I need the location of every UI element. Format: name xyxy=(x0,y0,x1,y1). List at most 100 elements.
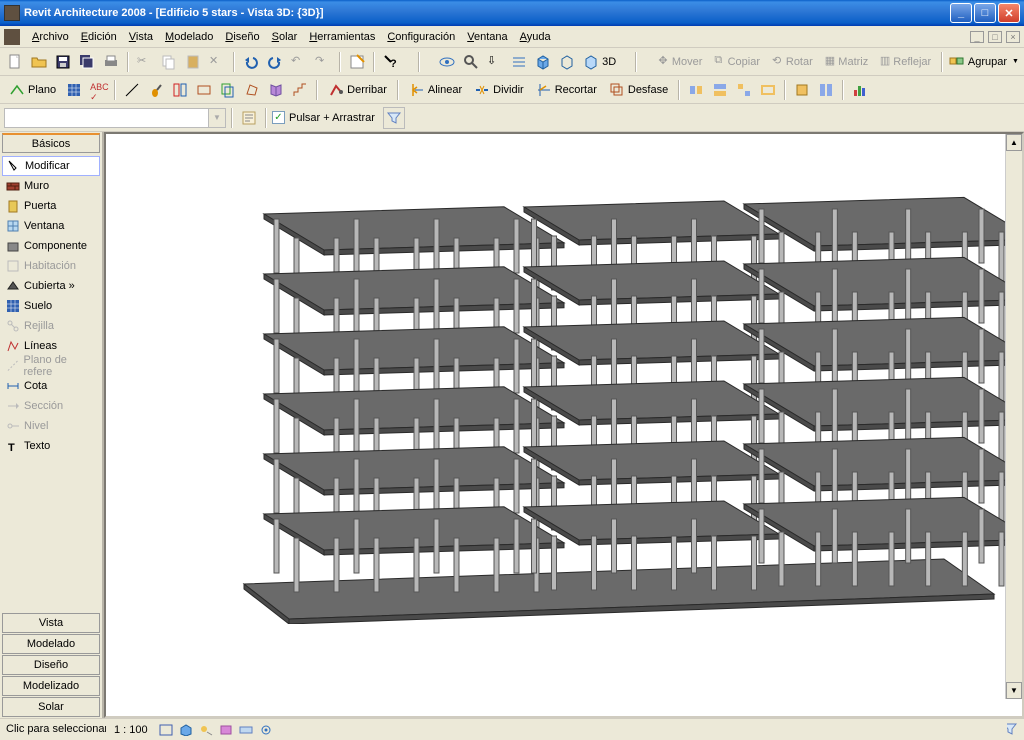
mdi-close-button[interactable]: × xyxy=(1006,31,1020,43)
dividir-button[interactable]: Dividir xyxy=(469,79,529,101)
recortar-button[interactable]: Recortar xyxy=(531,79,602,101)
chart-button[interactable] xyxy=(849,79,871,101)
t6-button[interactable] xyxy=(815,79,837,101)
t2-button[interactable] xyxy=(709,79,731,101)
tab-modelizado[interactable]: Modelizado xyxy=(2,676,100,696)
mover-button[interactable]: ✥Mover xyxy=(653,51,707,73)
split-button[interactable] xyxy=(169,79,191,101)
print-button[interactable] xyxy=(100,51,122,73)
open-button[interactable] xyxy=(28,51,50,73)
menu-vista[interactable]: Vista xyxy=(123,29,159,45)
properties-button[interactable] xyxy=(346,51,368,73)
tool-suelo[interactable]: Suelo xyxy=(2,296,100,316)
hide-button[interactable] xyxy=(237,722,255,737)
tab-modelado[interactable]: Modelado xyxy=(2,634,100,654)
new-button[interactable] xyxy=(4,51,26,73)
tool-planoderefere[interactable]: Plano de refere xyxy=(2,356,100,376)
close-button[interactable]: ✕ xyxy=(998,3,1020,23)
tool-texto[interactable]: TTexto xyxy=(2,436,100,456)
tool-habitacin[interactable]: Habitación xyxy=(2,256,100,276)
tab-vista[interactable]: Vista xyxy=(2,613,100,633)
tool-cota[interactable]: Cota xyxy=(2,376,100,396)
tool-ventana[interactable]: Ventana xyxy=(2,216,100,236)
agrupar-button[interactable]: Agrupar▼ xyxy=(948,51,1020,73)
menu-solar[interactable]: Solar xyxy=(266,29,304,45)
poly-button[interactable] xyxy=(241,79,263,101)
paste-button[interactable] xyxy=(182,51,204,73)
t1-button[interactable] xyxy=(685,79,707,101)
shadows-button[interactable] xyxy=(197,722,215,737)
scroll-up-icon[interactable]: ▲ xyxy=(1006,134,1022,151)
type-combo[interactable]: ▼ xyxy=(4,108,226,128)
tool-rejilla[interactable]: Rejilla xyxy=(2,316,100,336)
delete-button[interactable]: ✕ xyxy=(206,51,228,73)
save-button[interactable] xyxy=(52,51,74,73)
reveal-button[interactable] xyxy=(257,722,275,737)
model-graphics-button[interactable] xyxy=(177,722,195,737)
copiar-button[interactable]: ⧉Copiar xyxy=(709,51,765,73)
rect-button[interactable] xyxy=(193,79,215,101)
zoom-button[interactable] xyxy=(460,51,482,73)
tool-lneas[interactable]: Líneas xyxy=(2,336,100,356)
tab-diseño[interactable]: Diseño xyxy=(2,655,100,675)
t4-button[interactable] xyxy=(757,79,779,101)
menu-diseño[interactable]: Diseño xyxy=(219,29,265,45)
tab-basicos[interactable]: Básicos xyxy=(2,133,100,153)
pulsar-checkbox[interactable]: Pulsar + Arrastrar xyxy=(272,111,375,124)
saveall-button[interactable] xyxy=(76,51,98,73)
zoomext-button[interactable]: ⇩ xyxy=(484,51,506,73)
stairs-button[interactable] xyxy=(289,79,311,101)
vertical-scrollbar[interactable]: ▲ ▼ xyxy=(1005,134,1022,699)
menu-herramientas[interactable]: Herramientas xyxy=(303,29,381,45)
plano-button[interactable]: Plano xyxy=(4,79,61,101)
viewport-3d[interactable]: ▲ ▼ xyxy=(104,132,1024,718)
menu-edición[interactable]: Edición xyxy=(75,29,123,45)
cube-button[interactable] xyxy=(556,51,578,73)
book-button[interactable] xyxy=(265,79,287,101)
show-button[interactable] xyxy=(436,51,458,73)
menu-ayuda[interactable]: Ayuda xyxy=(514,29,557,45)
menu-modelado[interactable]: Modelado xyxy=(159,29,219,45)
tool-muro[interactable]: Muro xyxy=(2,176,100,196)
copy-button[interactable] xyxy=(158,51,180,73)
redo2-button[interactable]: ↷ xyxy=(312,51,334,73)
redo-button[interactable] xyxy=(264,51,286,73)
minimize-button[interactable]: _ xyxy=(950,3,972,23)
t5-button[interactable] xyxy=(791,79,813,101)
box-button[interactable] xyxy=(532,51,554,73)
menu-ventana[interactable]: Ventana xyxy=(461,29,513,45)
line-button[interactable] xyxy=(121,79,143,101)
t3-button[interactable] xyxy=(733,79,755,101)
cut-button[interactable]: ✂ xyxy=(134,51,156,73)
scroll-down-icon[interactable]: ▼ xyxy=(1006,682,1022,699)
alinear-button[interactable]: Alinear xyxy=(404,79,467,101)
props-button[interactable] xyxy=(238,107,260,129)
3d-button[interactable]: 3D xyxy=(580,51,619,73)
tool-modificar[interactable]: Modificar xyxy=(2,156,100,176)
undo-button[interactable] xyxy=(240,51,262,73)
grid-button[interactable] xyxy=(63,79,85,101)
tab-solar[interactable]: Solar xyxy=(2,697,100,717)
tool-seccin[interactable]: Sección xyxy=(2,396,100,416)
paint-button[interactable] xyxy=(145,79,167,101)
copy-elem-button[interactable] xyxy=(217,79,239,101)
tool-cubierta[interactable]: Cubierta » xyxy=(2,276,100,296)
menu-configuración[interactable]: Configuración xyxy=(381,29,461,45)
matriz-button[interactable]: ▦Matriz xyxy=(820,51,873,73)
reflejar-button[interactable]: ▥Reflejar xyxy=(875,51,936,73)
rotar-button[interactable]: ⟲Rotar xyxy=(767,51,818,73)
maximize-button[interactable]: □ xyxy=(974,3,996,23)
mdi-minimize-button[interactable]: _ xyxy=(970,31,984,43)
desfase-button[interactable]: Desfase xyxy=(604,79,673,101)
tool-nivel[interactable]: Nivel xyxy=(2,416,100,436)
menu-archivo[interactable]: Archivo xyxy=(26,29,75,45)
tool-componente[interactable]: Componente xyxy=(2,236,100,256)
scale-label[interactable]: 1 : 100 xyxy=(106,724,156,736)
filter-button[interactable] xyxy=(383,107,405,129)
crop-button[interactable] xyxy=(217,722,235,737)
mdi-restore-button[interactable]: □ xyxy=(988,31,1002,43)
detail-button[interactable] xyxy=(157,722,175,737)
help-button[interactable]: ? xyxy=(380,51,402,73)
label-button[interactable]: ABC✓ xyxy=(87,79,109,101)
derribar-button[interactable]: Derribar xyxy=(323,79,392,101)
